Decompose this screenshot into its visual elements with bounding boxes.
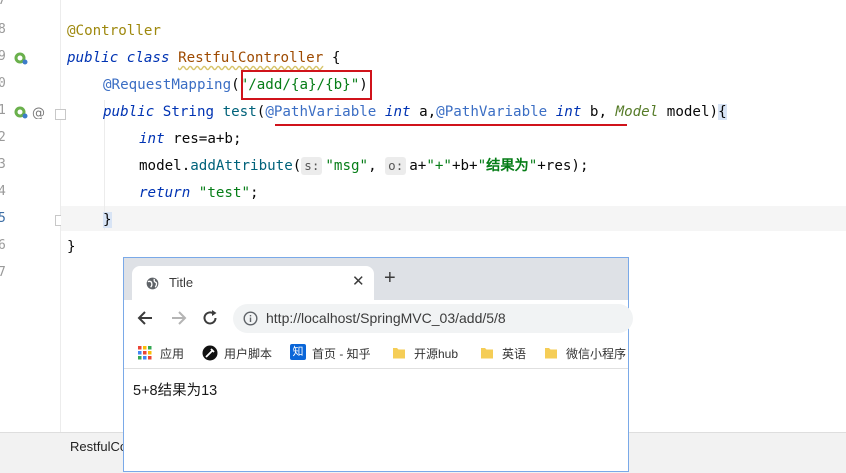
- bookmark-wechat-miniprogram[interactable]: 微信小程序: [544, 344, 628, 362]
- forward-arrow-icon[interactable]: [168, 308, 188, 328]
- bookmark-opensource-hub[interactable]: 开源hub: [392, 344, 464, 362]
- tab-title: Title: [169, 275, 194, 290]
- bookmark-label: 英语: [502, 347, 527, 361]
- folder-icon: [393, 348, 405, 359]
- fold-marker-icon[interactable]: [55, 109, 66, 120]
- line-number: 9: [0, 49, 6, 64]
- params-underline: [275, 124, 627, 126]
- browser-window: Title ✕ + http://localhost/SpringMVC_03/…: [123, 257, 633, 472]
- line-number: 0: [0, 76, 6, 91]
- bookmark-apps[interactable]: 应用: [138, 344, 188, 362]
- line-number-current: 5: [0, 211, 6, 226]
- spring-request-icon[interactable]: [14, 105, 28, 119]
- line-number: 7: [0, 0, 6, 8]
- code-line: @Controller: [67, 21, 161, 41]
- line-number: 8: [0, 22, 6, 37]
- info-icon[interactable]: [243, 311, 258, 326]
- browser-tab[interactable]: Title ✕: [132, 266, 374, 300]
- bookmark-zhihu[interactable]: 知 首页 - 知乎: [290, 344, 380, 362]
- globe-icon: [146, 277, 159, 290]
- folder-icon: [481, 348, 493, 359]
- line-number: 6: [0, 238, 6, 253]
- bookmark-user-scripts[interactable]: 用户脚本: [202, 344, 280, 362]
- reload-icon[interactable]: [200, 308, 220, 328]
- back-arrow-icon[interactable]: [136, 308, 156, 328]
- tab-strip: Title ✕ +: [124, 258, 628, 300]
- code-line: model.addAttribute(s: "msg", o: a+"+"+b+"结…: [139, 157, 589, 175]
- url-text[interactable]: http://localhost/SpringMVC_03/add/5/8: [266, 310, 506, 326]
- user-script-icon: [202, 345, 218, 361]
- param-hint: s:: [301, 157, 323, 175]
- line-number: 1: [0, 103, 6, 118]
- code-line: return "test";: [139, 185, 259, 201]
- page-content: 5+8结果为13: [124, 369, 628, 471]
- apps-grid-icon: [138, 346, 152, 360]
- code-line: }: [103, 212, 112, 228]
- bookmark-english[interactable]: 英语: [480, 344, 530, 362]
- spring-bean-icon[interactable]: [14, 51, 28, 65]
- at-annotation-icon[interactable]: @: [31, 105, 45, 119]
- bookmark-label: 开源hub: [414, 347, 459, 361]
- bookmark-label: 首页 - 知乎: [312, 347, 371, 361]
- close-icon[interactable]: ✕: [352, 272, 365, 290]
- svg-text:@: @: [32, 106, 45, 119]
- class-name: RestfulController: [178, 50, 324, 66]
- address-bar[interactable]: http://localhost/SpringMVC_03/add/5/8: [233, 304, 633, 333]
- current-line-highlight: [61, 206, 846, 231]
- code-line: int res=a+b;: [139, 131, 242, 147]
- path-highlight-box: [241, 70, 372, 100]
- result-text: 5+8结果为13: [133, 383, 218, 399]
- method-name: test: [222, 104, 257, 120]
- code-line: public class RestfulController {: [67, 50, 341, 66]
- line-number: 4: [0, 184, 6, 199]
- param-hint: o:: [385, 157, 407, 175]
- new-tab-button[interactable]: +: [384, 268, 396, 288]
- line-number: 7: [0, 265, 6, 280]
- annotation-request-mapping: @RequestMapping: [103, 77, 232, 93]
- bookmark-label: 用户脚本: [224, 347, 273, 361]
- folder-icon: [545, 348, 557, 359]
- zhihu-icon: 知: [290, 344, 306, 360]
- browser-toolbar: http://localhost/SpringMVC_03/add/5/8: [124, 300, 633, 338]
- line-number: 2: [0, 130, 6, 145]
- line-number: 3: [0, 157, 6, 172]
- code-line: public String test(@PathVariable int a,@…: [103, 104, 727, 120]
- bookmarks-bar: 应用 用户脚本 知 首页 - 知乎 开源hub 英语 微信小程序: [124, 338, 628, 369]
- line-gutter: 7 8 9 0 1 2 3 4 5 6 7 @: [0, 0, 60, 432]
- editor-file-tab[interactable]: RestfulCo: [70, 439, 127, 454]
- code-line: }: [67, 239, 76, 255]
- bookmark-label: 应用: [160, 347, 185, 361]
- bookmark-label: 微信小程序: [566, 347, 627, 361]
- annotation-controller: @Controller: [67, 23, 161, 39]
